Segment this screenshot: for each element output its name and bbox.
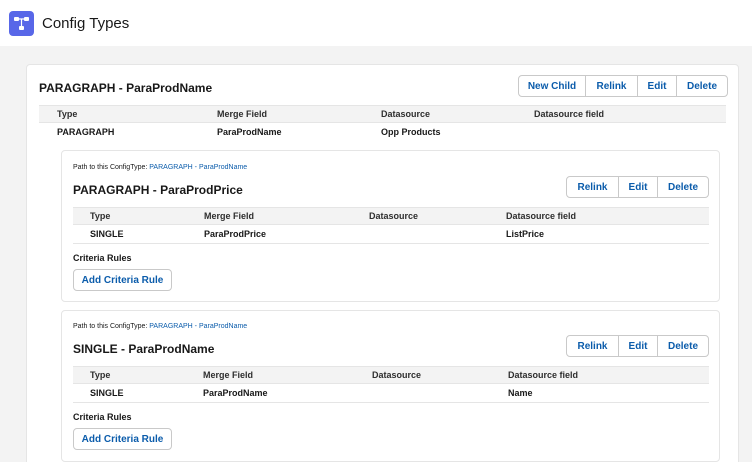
column-header-datasource: Datasource bbox=[381, 109, 431, 119]
column-header-datasource-field: Datasource field bbox=[534, 109, 605, 119]
cell-datasource-field: Name bbox=[508, 388, 533, 398]
config-path-label: Path to this ConfigType: bbox=[73, 323, 148, 330]
config-path-link[interactable]: PARAGRAPH - ParaProdName bbox=[149, 323, 247, 330]
new-child-button[interactable]: New Child bbox=[518, 75, 586, 97]
column-header-merge-field: Merge Field bbox=[217, 109, 268, 119]
child-config-title: SINGLE - ParaProdName bbox=[73, 342, 215, 356]
cell-type: PARAGRAPH bbox=[57, 127, 115, 137]
cell-datasource-field: ListPrice bbox=[506, 229, 545, 239]
cell-type: SINGLE bbox=[90, 388, 124, 398]
edit-button[interactable]: Edit bbox=[637, 75, 677, 97]
column-header-datasource: Datasource bbox=[369, 211, 419, 221]
cell-merge-field: ParaProdPrice bbox=[204, 229, 267, 239]
child-config-card: Path to this ConfigType: PARAGRAPH - Par… bbox=[61, 310, 720, 462]
cell-merge-field: ParaProdName bbox=[217, 127, 282, 137]
config-path: Path to this ConfigType: PARAGRAPH - Par… bbox=[73, 164, 247, 171]
cell-type: SINGLE bbox=[90, 229, 124, 239]
table-row: PARAGRAPH ParaProdName Opp Products bbox=[39, 123, 726, 142]
config-type-actions: New Child Relink Edit Delete bbox=[518, 75, 728, 97]
table-header: Type Merge Field Datasource Datasource f… bbox=[73, 366, 709, 384]
cell-merge-field: ParaProdName bbox=[203, 388, 268, 398]
relink-button[interactable]: Relink bbox=[566, 176, 619, 198]
add-criteria-rule-button[interactable]: Add Criteria Rule bbox=[73, 428, 172, 450]
table-header: Type Merge Field Datasource Datasource f… bbox=[73, 207, 709, 225]
column-header-type: Type bbox=[90, 370, 111, 380]
child-config-actions: Relink Edit Delete bbox=[566, 176, 709, 198]
table-row: SINGLE ParaProdPrice ListPrice bbox=[73, 225, 709, 244]
child-config-actions: Relink Edit Delete bbox=[566, 335, 709, 357]
column-header-datasource: Datasource bbox=[372, 370, 422, 380]
delete-button[interactable]: Delete bbox=[657, 176, 709, 198]
column-header-merge-field: Merge Field bbox=[203, 370, 254, 380]
delete-button[interactable]: Delete bbox=[676, 75, 728, 97]
column-header-datasource-field: Datasource field bbox=[508, 370, 579, 380]
config-path-link[interactable]: PARAGRAPH - ParaProdName bbox=[149, 164, 247, 171]
table-row: SINGLE ParaProdName Name bbox=[73, 384, 709, 403]
app-header: Config Types bbox=[0, 0, 752, 46]
config-type-title: PARAGRAPH - ParaProdName bbox=[39, 81, 213, 95]
cell-datasource: Opp Products bbox=[381, 127, 441, 137]
config-path-label: Path to this ConfigType: bbox=[73, 164, 148, 171]
column-header-type: Type bbox=[57, 109, 78, 119]
table-header: Type Merge Field Datasource Datasource f… bbox=[39, 105, 726, 123]
child-config-title: PARAGRAPH - ParaProdPrice bbox=[73, 183, 243, 197]
hierarchy-icon bbox=[9, 11, 34, 36]
page-title: Config Types bbox=[42, 15, 130, 32]
edit-button[interactable]: Edit bbox=[618, 176, 658, 198]
criteria-rules-label: Criteria Rules bbox=[73, 253, 132, 263]
relink-button[interactable]: Relink bbox=[566, 335, 619, 357]
config-type-card: PARAGRAPH - ParaProdName New Child Relin… bbox=[26, 64, 739, 462]
relink-button[interactable]: Relink bbox=[585, 75, 638, 97]
criteria-rules-label: Criteria Rules bbox=[73, 412, 132, 422]
child-config-card: Path to this ConfigType: PARAGRAPH - Par… bbox=[61, 150, 720, 302]
column-header-type: Type bbox=[90, 211, 111, 221]
column-header-datasource-field: Datasource field bbox=[506, 211, 577, 221]
column-header-merge-field: Merge Field bbox=[204, 211, 255, 221]
delete-button[interactable]: Delete bbox=[657, 335, 709, 357]
edit-button[interactable]: Edit bbox=[618, 335, 658, 357]
add-criteria-rule-button[interactable]: Add Criteria Rule bbox=[73, 269, 172, 291]
config-path: Path to this ConfigType: PARAGRAPH - Par… bbox=[73, 323, 247, 330]
